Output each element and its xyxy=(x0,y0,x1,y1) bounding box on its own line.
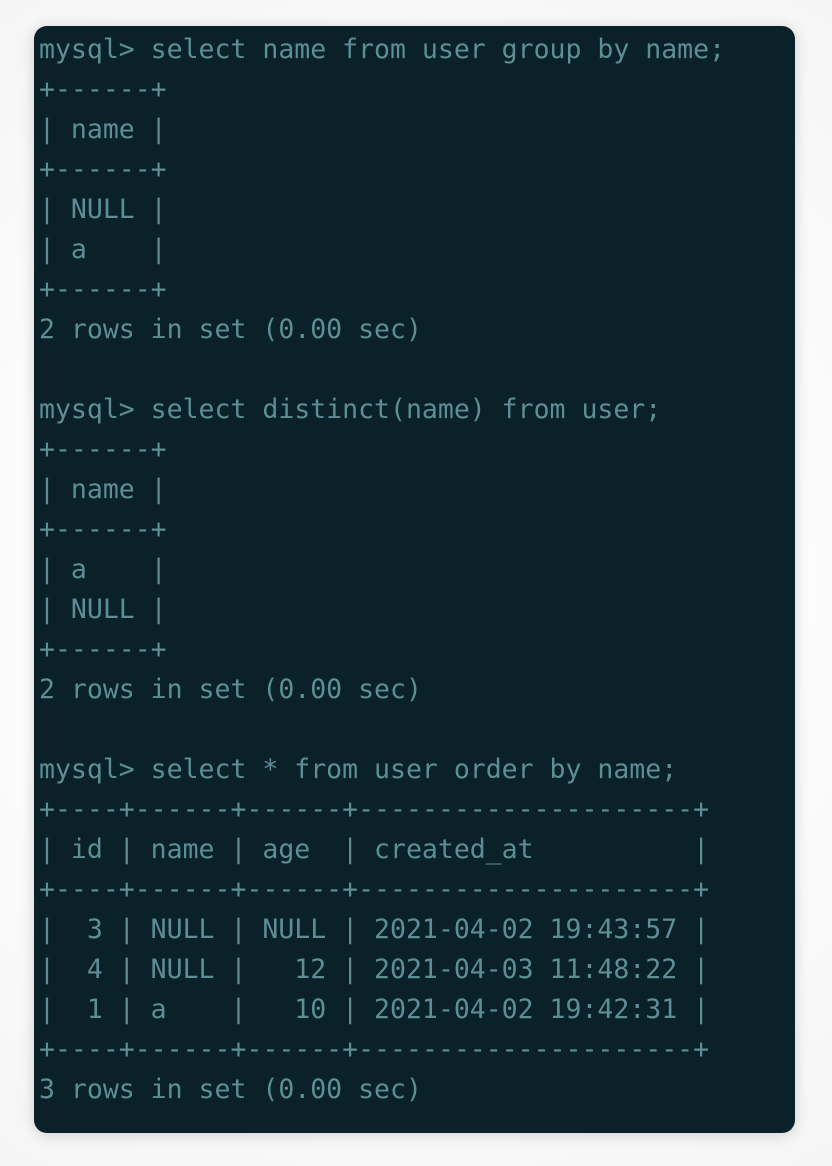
terminal-line: 3 rows in set (0.00 sec) xyxy=(39,1074,422,1105)
terminal-line: | NULL | xyxy=(39,594,167,625)
terminal-line: | id | name | age | created_at | xyxy=(39,834,710,865)
terminal-line: | a | xyxy=(39,554,167,585)
terminal-line: +------+ xyxy=(39,434,167,465)
terminal-line: +----+------+------+--------------------… xyxy=(39,874,710,905)
terminal-line: mysql> select name from user group by na… xyxy=(39,34,726,65)
terminal-line: +------+ xyxy=(39,634,167,665)
terminal-line: 2 rows in set (0.00 sec) xyxy=(39,674,422,705)
terminal-line: +------+ xyxy=(39,274,167,305)
terminal-line: mysql> select distinct(name) from user; xyxy=(39,394,662,425)
terminal-window[interactable]: mysql> select name from user group by na… xyxy=(34,26,795,1133)
terminal-line: | 3 | NULL | NULL | 2021-04-02 19:43:57 … xyxy=(39,914,710,945)
terminal-output[interactable]: mysql> select name from user group by na… xyxy=(39,30,795,1110)
terminal-line: | name | xyxy=(39,474,167,505)
terminal-line: +------+ xyxy=(39,154,167,185)
terminal-line: | name | xyxy=(39,114,167,145)
terminal-line: | a | xyxy=(39,234,167,265)
terminal-line: mysql> select * from user order by name; xyxy=(39,754,678,785)
terminal-line: | 1 | a | 10 | 2021-04-02 19:42:31 | xyxy=(39,994,710,1025)
terminal-line: +----+------+------+--------------------… xyxy=(39,1034,710,1065)
terminal-line: | 4 | NULL | 12 | 2021-04-03 11:48:22 | xyxy=(39,954,710,985)
terminal-line: 2 rows in set (0.00 sec) xyxy=(39,314,422,345)
terminal-line: +----+------+------+--------------------… xyxy=(39,794,710,825)
terminal-line: +------+ xyxy=(39,514,167,545)
terminal-line: +------+ xyxy=(39,74,167,105)
terminal-line: | NULL | xyxy=(39,194,167,225)
